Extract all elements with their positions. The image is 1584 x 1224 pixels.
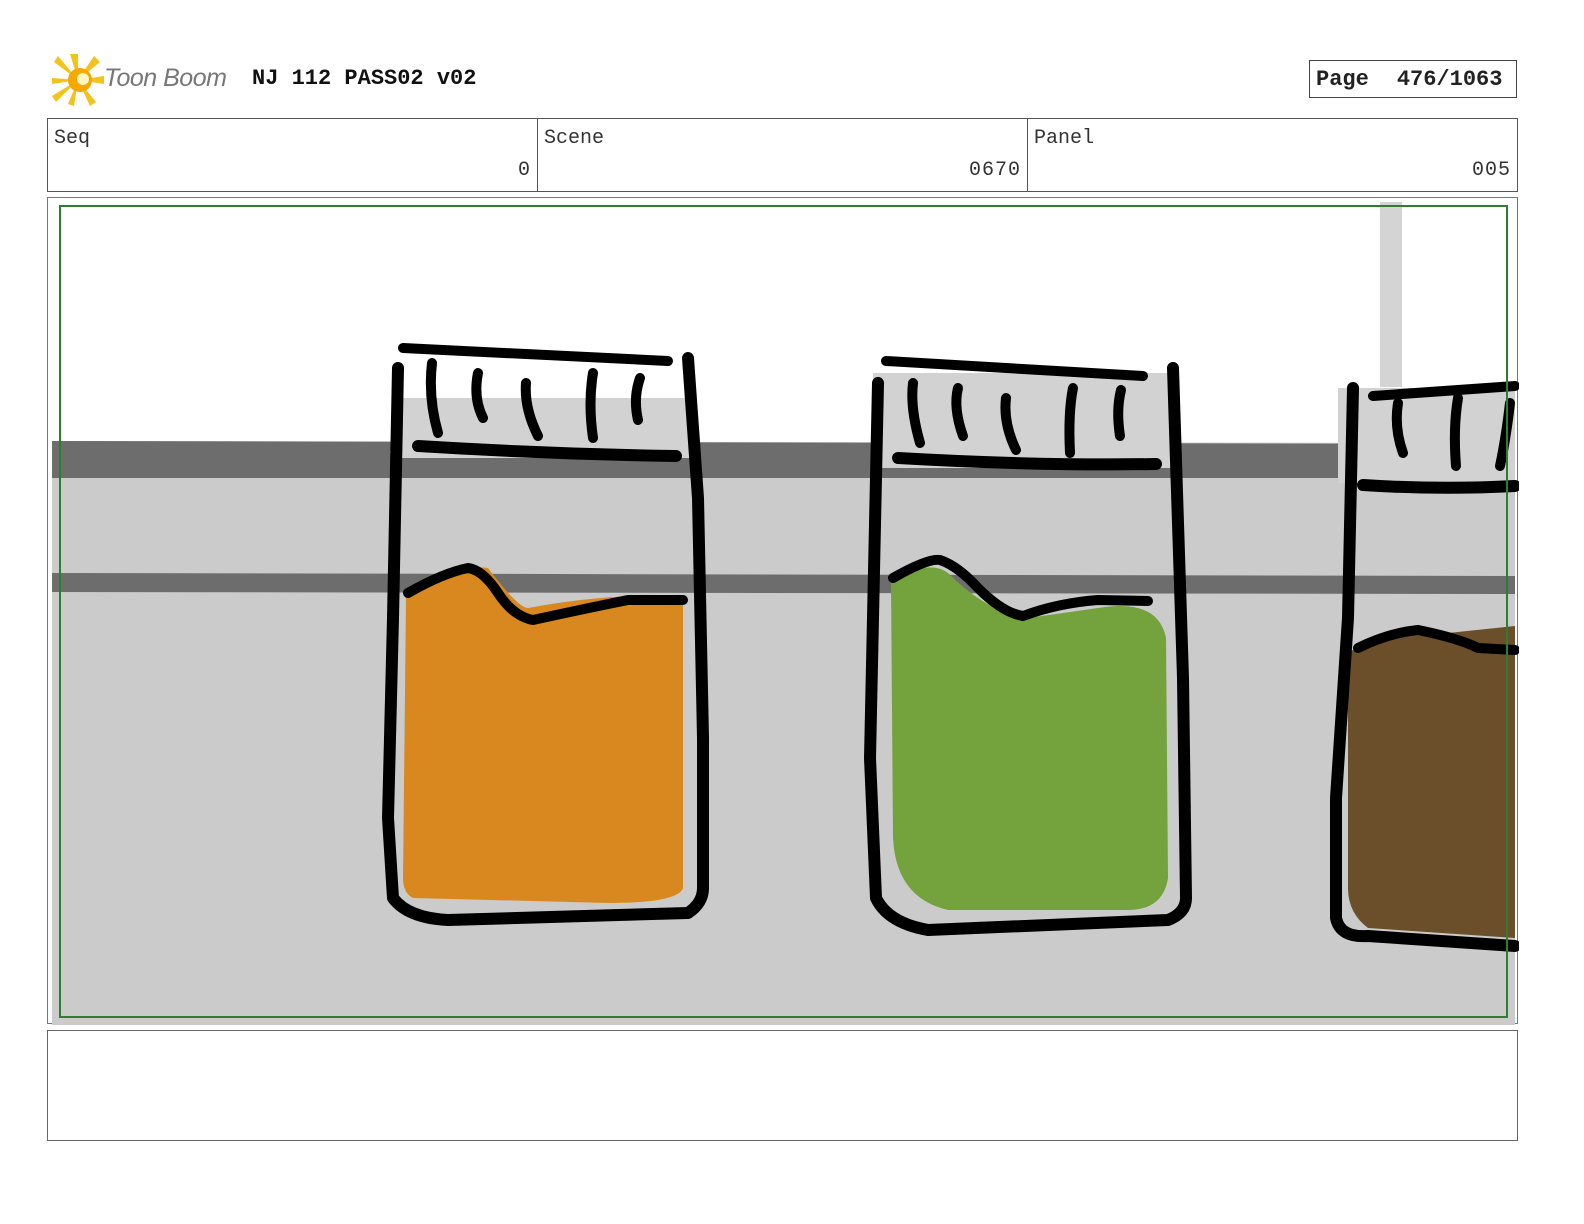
green-jar xyxy=(864,356,1192,936)
orange-jar xyxy=(382,343,709,926)
storyboard-panel xyxy=(47,197,1519,1025)
panel-drawing xyxy=(52,202,1519,1025)
toon-boom-logo: Toon Boom xyxy=(50,52,240,108)
scene-cell: Scene 0670 xyxy=(538,119,1028,191)
notes-box xyxy=(47,1030,1518,1141)
seq-value: 0 xyxy=(517,159,531,182)
logo-text: Toon Boom xyxy=(104,64,227,92)
document-title: NJ 112 PASS02 v02 xyxy=(252,66,477,91)
scene-label: Scene xyxy=(544,127,605,150)
page-label: Page xyxy=(1316,66,1369,92)
brown-jar xyxy=(1330,381,1519,952)
shelf-surface xyxy=(52,441,1515,1025)
page-indicator: Page 476/1063 xyxy=(1309,60,1517,98)
panel-cell: Panel 005 xyxy=(1028,119,1517,191)
shelf-edge-lower xyxy=(52,573,1515,594)
page-number: 476/1063 xyxy=(1396,66,1503,92)
seq-label: Seq xyxy=(54,127,91,150)
scene-info-bar: Seq 0 Scene 0670 Panel 005 xyxy=(47,118,1518,192)
scene-value: 0670 xyxy=(968,159,1021,182)
shelf-edge-top xyxy=(52,441,1515,478)
smudge xyxy=(1380,202,1402,387)
seq-cell: Seq 0 xyxy=(48,119,538,191)
sunburst-icon xyxy=(52,54,104,106)
panel-label: Panel xyxy=(1034,127,1095,150)
panel-value: 005 xyxy=(1471,159,1511,182)
